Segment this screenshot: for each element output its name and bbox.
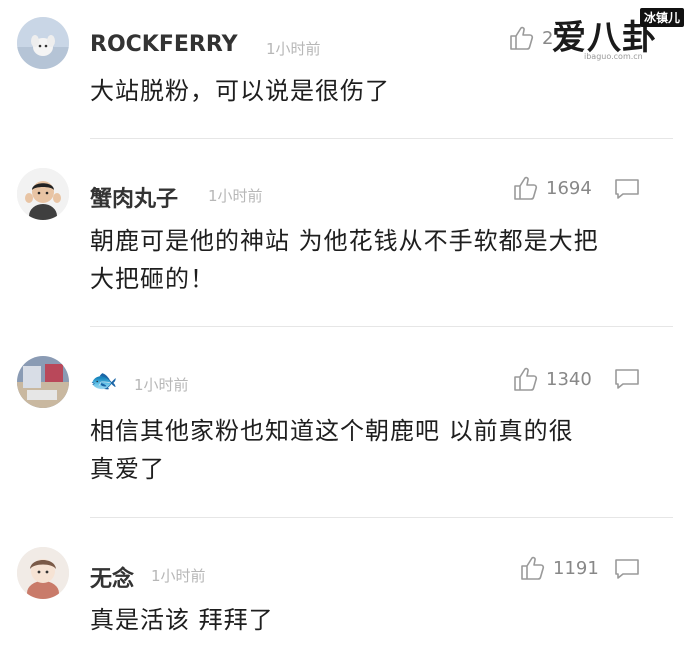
comment-text: 朝鹿可是他的神站 为他花钱从不手软都是大把 大把砸的！: [90, 222, 650, 298]
user-avatar[interactable]: [17, 547, 69, 599]
timestamp: 1小时前: [134, 376, 189, 394]
timestamp: 1小时前: [151, 567, 206, 585]
username[interactable]: 🐟: [90, 369, 117, 394]
username[interactable]: 无念: [90, 561, 134, 593]
thumbs-up-icon: [519, 554, 547, 582]
divider: [90, 517, 673, 518]
comment-reply-icon[interactable]: [614, 558, 640, 580]
user-avatar[interactable]: [17, 356, 69, 408]
comment-text: 相信其他家粉也知道这个朝鹿吧 以前真的很 真爱了: [90, 412, 650, 488]
comment-line: 相信其他家粉也知道这个朝鹿吧 以前真的很: [90, 417, 574, 445]
user-avatar[interactable]: [17, 168, 69, 220]
username[interactable]: ROCKFERRY: [90, 32, 238, 57]
watermark-url: ibaguo.com.cn: [584, 52, 643, 61]
comment-line: 真爱了: [90, 455, 165, 483]
thumbs-up-icon: [512, 174, 540, 202]
photo-avatar-icon: [17, 356, 69, 408]
timestamp: 1小时前: [208, 187, 263, 205]
like-count: 1191: [553, 557, 599, 579]
comment-reply-icon[interactable]: [614, 368, 640, 390]
username[interactable]: 蟹肉丸子: [90, 181, 178, 213]
watermark-tag: 冰镇儿: [639, 8, 684, 27]
thumbs-up-icon: [508, 24, 536, 52]
comment-text: 大站脱粉，可以说是很伤了: [90, 72, 650, 110]
comment-reply-icon[interactable]: [614, 178, 640, 200]
divider: [90, 326, 673, 327]
user-avatar[interactable]: [17, 17, 69, 69]
comment-line: 真是活该 拜拜了: [90, 606, 274, 634]
comment-line: 朝鹿可是他的神站 为他花钱从不手软都是大把: [90, 227, 599, 255]
divider: [90, 138, 673, 139]
like-count: 1694: [546, 177, 592, 199]
thumbs-up-icon: [512, 365, 540, 393]
comment-line: 大把砸的！: [90, 265, 215, 293]
like-count: 1340: [546, 368, 592, 390]
comment-line: 大站脱粉，可以说是很伤了: [90, 77, 390, 105]
like-button[interactable]: 1694: [512, 174, 592, 202]
comment-text: 真是活该 拜拜了: [90, 601, 650, 639]
white-dog-avatar-icon: [17, 17, 69, 69]
timestamp: 1小时前: [266, 40, 321, 58]
child-avatar-icon: [17, 168, 69, 220]
watermark: 爱八卦 冰镇儿 ibaguo.com.cn: [534, 8, 684, 66]
like-button[interactable]: 1191: [519, 554, 599, 582]
doll-avatar-icon: [17, 547, 69, 599]
like-button[interactable]: 1340: [512, 365, 592, 393]
